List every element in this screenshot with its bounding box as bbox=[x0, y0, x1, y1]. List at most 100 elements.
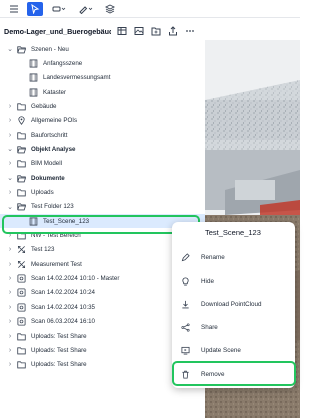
measure-icon bbox=[16, 245, 26, 255]
image-icon[interactable] bbox=[133, 25, 145, 37]
chevron-right-icon[interactable]: › bbox=[6, 318, 14, 325]
scene-icon bbox=[28, 87, 38, 97]
measure-icon bbox=[16, 259, 26, 269]
tree-item-label: Dokumente bbox=[31, 174, 65, 182]
project-title: Demo-Lager_und_Buerogebäude bbox=[4, 26, 111, 36]
folder-icon bbox=[16, 130, 26, 140]
selected-item-highlight bbox=[2, 215, 200, 234]
tree-item[interactable]: Anfangsszene bbox=[0, 56, 205, 70]
folder-icon bbox=[16, 331, 26, 341]
chevron-right-icon[interactable]: › bbox=[6, 347, 14, 354]
chevron-right-icon[interactable]: › bbox=[6, 333, 14, 340]
tree-item[interactable]: ⌄ Szenen - Neu bbox=[0, 42, 205, 56]
folder-icon bbox=[16, 188, 26, 198]
menu-item-update-scene[interactable]: Update Scene bbox=[178, 343, 290, 357]
tree-item-label: Measurement Test bbox=[31, 260, 82, 268]
tree-item-label: Scan 14.02.2024 10:35 bbox=[31, 303, 95, 311]
tree-item-label: Objekt Analyse bbox=[31, 145, 76, 153]
tree-item-label: Anfangsszene bbox=[43, 59, 83, 67]
folder-open-icon bbox=[16, 202, 26, 212]
chevron-right-icon[interactable]: › bbox=[6, 289, 14, 296]
bulb-icon bbox=[180, 276, 190, 286]
menu-item-label: Download PointCloud bbox=[201, 300, 262, 308]
menu-item-share[interactable]: Share bbox=[178, 320, 290, 334]
scan-icon bbox=[16, 274, 26, 284]
menu-item-rename[interactable]: Rename bbox=[178, 250, 290, 264]
tree-item-label: Szenen - Neu bbox=[31, 45, 69, 53]
chevron-right-icon[interactable]: › bbox=[6, 275, 14, 282]
folder-open-icon bbox=[16, 173, 26, 183]
scene-icon bbox=[28, 58, 38, 68]
hamburger-menu-icon[interactable] bbox=[6, 2, 22, 16]
tree-item[interactable]: ⌄ Test Folder 123 bbox=[0, 200, 205, 214]
folder-icon bbox=[16, 159, 26, 169]
tree-item-label: BIM Modell bbox=[31, 160, 62, 168]
tree-item-label: Test 123 bbox=[31, 246, 55, 254]
chevron-down-icon[interactable]: ⌄ bbox=[6, 203, 14, 211]
tree-item-label: Gebäude bbox=[31, 102, 57, 110]
menu-item-label: Share bbox=[201, 323, 218, 331]
table-icon[interactable] bbox=[116, 25, 128, 37]
pen-icon bbox=[180, 252, 190, 262]
remove-highlight bbox=[172, 361, 296, 386]
cursor-icon[interactable] bbox=[27, 1, 43, 16]
tree-item-label: Scan 06.03.2024 16:10 bbox=[31, 318, 95, 326]
tree-item-label: Scan 14.02.2024 10:10 - Master bbox=[31, 275, 120, 283]
tape-measure-icon[interactable] bbox=[48, 2, 70, 16]
tree-item-label: Uploads bbox=[31, 189, 54, 196]
menu-item-label: Rename bbox=[201, 253, 225, 261]
tree-item[interactable]: Kataster bbox=[0, 85, 205, 99]
chevron-right-icon[interactable]: › bbox=[6, 189, 14, 196]
folder-icon bbox=[16, 360, 26, 370]
folder-open-icon bbox=[16, 144, 26, 154]
folder-open-icon bbox=[16, 44, 26, 54]
context-menu-title: Test_Scene_123 bbox=[205, 228, 261, 237]
chevron-right-icon[interactable]: › bbox=[6, 117, 14, 124]
scene-icon bbox=[28, 73, 38, 83]
more-icon[interactable] bbox=[184, 25, 196, 37]
chevron-right-icon[interactable]: › bbox=[6, 103, 14, 110]
tree-item[interactable]: › Baufortschritt bbox=[0, 128, 205, 142]
menu-item-label: Update Scene bbox=[201, 346, 241, 354]
tree-item-label: Uploads: Test Share bbox=[31, 332, 87, 340]
tree-item[interactable]: ⌄ Objekt Analyse bbox=[0, 142, 205, 156]
chevron-right-icon[interactable]: › bbox=[6, 246, 14, 253]
tree-item-label: Test Folder 123 bbox=[31, 203, 74, 211]
add-folder-icon[interactable] bbox=[150, 25, 162, 37]
chevron-right-icon[interactable]: › bbox=[6, 132, 14, 139]
tree-item[interactable]: › BIM Modell bbox=[0, 157, 205, 171]
menu-item-download-pointcloud[interactable]: Download PointCloud bbox=[178, 297, 290, 311]
tree-item-label: Kataster bbox=[43, 88, 67, 96]
chevron-right-icon[interactable]: › bbox=[6, 361, 14, 368]
chevron-down-icon[interactable]: ⌄ bbox=[6, 174, 14, 182]
tree-item-label: Uploads: Test Share bbox=[31, 361, 87, 369]
tree-item-label: Uploads: Test Share bbox=[31, 346, 87, 354]
top-toolbar bbox=[0, 0, 300, 18]
layers-icon[interactable] bbox=[102, 2, 118, 16]
tree-item-label: Landesvermessungsamt bbox=[43, 74, 111, 82]
share-icon[interactable] bbox=[167, 25, 179, 37]
folder-icon bbox=[16, 101, 26, 111]
tree-item[interactable]: › Uploads bbox=[0, 186, 205, 200]
menu-item-hide[interactable]: Hide bbox=[178, 274, 290, 288]
tree-item-label: Scan 14.02.2024 10:24 bbox=[31, 289, 95, 297]
pin-icon bbox=[16, 116, 26, 126]
tree-item-label: Baufortschritt bbox=[31, 131, 68, 139]
tree-item-label: Allgemeine POIs bbox=[31, 117, 78, 125]
chevron-right-icon[interactable]: › bbox=[6, 160, 14, 167]
update-scene-icon bbox=[180, 345, 190, 355]
tree-item[interactable]: › Gebäude bbox=[0, 99, 205, 113]
scan-icon bbox=[16, 302, 26, 312]
chevron-down-icon[interactable]: ⌄ bbox=[6, 45, 14, 53]
brush-tools-icon[interactable] bbox=[75, 2, 97, 16]
chevron-right-icon[interactable]: › bbox=[6, 261, 14, 268]
chevron-right-icon[interactable]: › bbox=[6, 304, 14, 311]
menu-item-label: Hide bbox=[201, 277, 214, 285]
folder-icon bbox=[16, 345, 26, 355]
chevron-down-icon[interactable]: ⌄ bbox=[6, 145, 14, 153]
scan-icon bbox=[16, 317, 26, 327]
tree-item[interactable]: Landesvermessungsamt bbox=[0, 71, 205, 85]
tree-item[interactable]: ⌄ Dokumente bbox=[0, 171, 205, 185]
download-icon bbox=[180, 299, 190, 309]
tree-item[interactable]: › Allgemeine POIs bbox=[0, 114, 205, 128]
